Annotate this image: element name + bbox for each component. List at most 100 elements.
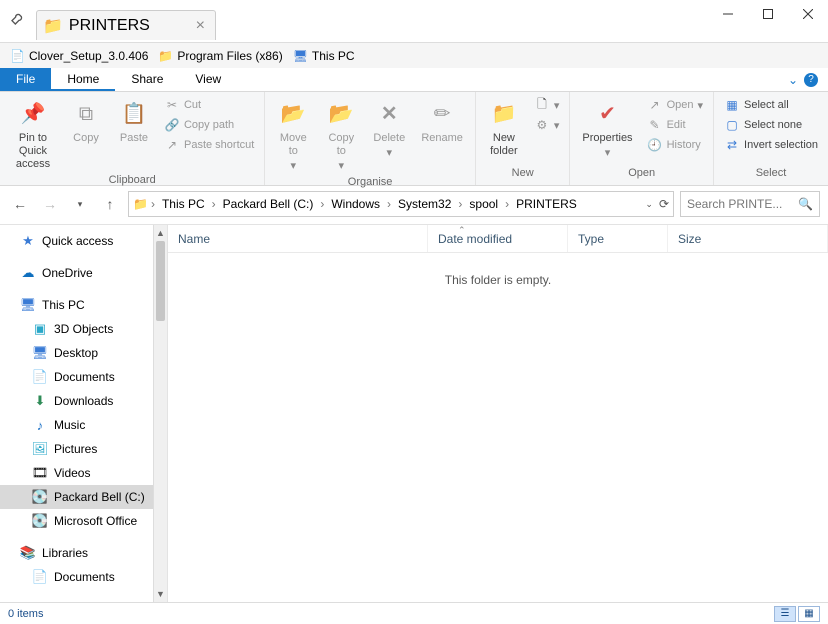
menu-home[interactable]: Home [51, 68, 115, 91]
column-size[interactable]: Size [668, 225, 828, 252]
invert-icon: ⇄ [724, 137, 740, 153]
tree-pictures[interactable]: 🖼Pictures [0, 437, 167, 461]
status-bar: 0 items ☰ ▦ [0, 602, 828, 624]
pin-icon: 📌 [17, 98, 49, 130]
folder-icon: 📁 [133, 197, 148, 211]
select-all-button[interactable]: ▦Select all [720, 96, 822, 114]
group-caption: Open [576, 167, 707, 183]
ribbon-collapse-icon[interactable]: ⌄ [788, 73, 798, 87]
cut-button[interactable]: ✂Cut [160, 96, 258, 114]
drive-icon: 💽 [32, 513, 48, 529]
status-item-count: 0 items [8, 608, 43, 620]
breadcrumb-segment[interactable]: Windows [327, 195, 384, 213]
tree-drive-c[interactable]: 💽Packard Bell (C:) [0, 485, 167, 509]
group-caption: Organise [271, 176, 469, 188]
view-details-button[interactable]: ☰ [774, 606, 796, 622]
minimize-button[interactable] [708, 0, 748, 28]
breadcrumb-segment[interactable]: PRINTERS [512, 195, 581, 213]
tree-libraries[interactable]: 📚Libraries [0, 541, 167, 565]
tree-lib-documents[interactable]: 📄Documents [0, 565, 167, 589]
tab-title: PRINTERS [69, 17, 150, 35]
tree-this-pc[interactable]: 🖥This PC [0, 293, 167, 317]
close-tab-icon[interactable]: × [196, 17, 205, 35]
delete-button[interactable]: ✕Delete▾ [367, 96, 411, 162]
column-date[interactable]: Date modified [428, 225, 568, 252]
breadcrumb-segment[interactable]: spool [465, 195, 502, 213]
nav-forward-button[interactable]: → [38, 192, 62, 216]
music-icon: ♪ [32, 417, 48, 433]
tree-quick-access[interactable]: ★Quick access [0, 229, 167, 253]
address-dropdown-icon[interactable]: ⌄ [645, 199, 653, 210]
breadcrumb-segment[interactable]: Packard Bell (C:) [219, 195, 318, 213]
browser-tab[interactable]: 📁 PRINTERS × [36, 10, 216, 40]
tree-onedrive[interactable]: ☁OneDrive [0, 261, 167, 285]
sidebar-scrollbar[interactable]: ▲ ▼ [153, 225, 167, 602]
new-item-button[interactable]: 🗋▾ [530, 96, 564, 114]
maximize-button[interactable] [748, 0, 788, 28]
paste-button[interactable]: 📋 Paste [112, 96, 156, 147]
properties-button[interactable]: ✔Properties▾ [576, 96, 638, 162]
search-placeholder: Search PRINTE... [687, 197, 782, 211]
breadcrumb-segment[interactable]: This PC [158, 195, 209, 213]
rename-icon: ✏ [426, 98, 458, 130]
menu-share[interactable]: Share [115, 68, 179, 91]
group-caption: New [482, 167, 564, 183]
easy-access-button[interactable]: ⚙▾ [530, 116, 564, 134]
folder-icon: 📁 [43, 16, 63, 36]
column-name[interactable]: Name [168, 225, 428, 252]
tree-desktop[interactable]: 🖥Desktop [0, 341, 167, 365]
close-button[interactable] [788, 0, 828, 28]
tree-3d-objects[interactable]: ▣3D Objects [0, 317, 167, 341]
group-caption: Select [720, 167, 822, 183]
copy-path-button[interactable]: 🔗Copy path [160, 116, 258, 134]
nav-recent-button[interactable]: ▾ [68, 192, 92, 216]
search-input[interactable]: Search PRINTE... 🔍 [680, 191, 820, 217]
refresh-icon[interactable]: ⟳ [659, 197, 669, 211]
group-caption: Clipboard [6, 174, 258, 186]
help-icon[interactable]: ? [804, 73, 818, 87]
address-bar[interactable]: 📁 › This PC› Packard Bell (C:)› Windows›… [128, 191, 674, 217]
copyto-icon: 📂 [325, 98, 357, 130]
selectall-icon: ▦ [724, 97, 740, 113]
paste-shortcut-button[interactable]: ↗Paste shortcut [160, 136, 258, 154]
menu-view[interactable]: View [179, 68, 237, 91]
menu-file[interactable]: File [0, 68, 51, 91]
rename-button[interactable]: ✏Rename [415, 96, 469, 147]
tree-downloads[interactable]: ⬇Downloads [0, 389, 167, 413]
nav-back-button[interactable]: ← [8, 192, 32, 216]
tree-music[interactable]: ♪Music [0, 413, 167, 437]
nav-up-button[interactable]: ↑ [98, 192, 122, 216]
shortcut-item[interactable]: 📁Program Files (x86) [158, 49, 282, 63]
ribbon: 📌 Pin to Quick access ⧉ Copy 📋 Paste ✂Cu… [0, 92, 828, 186]
shortcut-item[interactable]: 🖥This PC [293, 49, 355, 63]
select-none-button[interactable]: ▢Select none [720, 116, 822, 134]
pin-quick-access-button[interactable]: 📌 Pin to Quick access [6, 96, 60, 174]
app-icon[interactable] [0, 0, 36, 36]
newfolder-icon: 📁 [488, 98, 520, 130]
breadcrumb-segment[interactable]: System32 [394, 195, 455, 213]
star-icon: ★ [20, 233, 36, 249]
shortcut-item[interactable]: 📄Clover_Setup_3.0.406 [10, 49, 148, 63]
tree-documents[interactable]: 📄Documents [0, 365, 167, 389]
sort-indicator-icon: ⌃ [458, 225, 466, 236]
edit-button[interactable]: ✎Edit [643, 116, 707, 134]
view-large-icons-button[interactable]: ▦ [798, 606, 820, 622]
scroll-thumb[interactable] [156, 241, 165, 321]
nav-tree[interactable]: ★Quick access ☁OneDrive 🖥This PC ▣3D Obj… [0, 225, 168, 602]
move-to-button[interactable]: 📂Move to▾ [271, 96, 315, 176]
videos-icon: 🎞 [32, 465, 48, 481]
cube-icon: ▣ [32, 321, 48, 337]
edit-icon: ✎ [647, 117, 663, 133]
scroll-down-icon[interactable]: ▼ [154, 586, 167, 602]
scroll-up-icon[interactable]: ▲ [154, 225, 167, 241]
invert-selection-button[interactable]: ⇄Invert selection [720, 136, 822, 154]
open-button[interactable]: ↗Open▾ [643, 96, 707, 114]
copy-to-button[interactable]: 📂Copy to▾ [319, 96, 363, 176]
copy-button[interactable]: ⧉ Copy [64, 96, 108, 147]
new-folder-button[interactable]: 📁New folder [482, 96, 526, 160]
shortcut-bar: 📄Clover_Setup_3.0.406 📁Program Files (x8… [0, 42, 828, 68]
history-button[interactable]: 🕘History [643, 136, 707, 154]
tree-msoffice[interactable]: 💽Microsoft Office [0, 509, 167, 533]
column-type[interactable]: Type [568, 225, 668, 252]
tree-videos[interactable]: 🎞Videos [0, 461, 167, 485]
